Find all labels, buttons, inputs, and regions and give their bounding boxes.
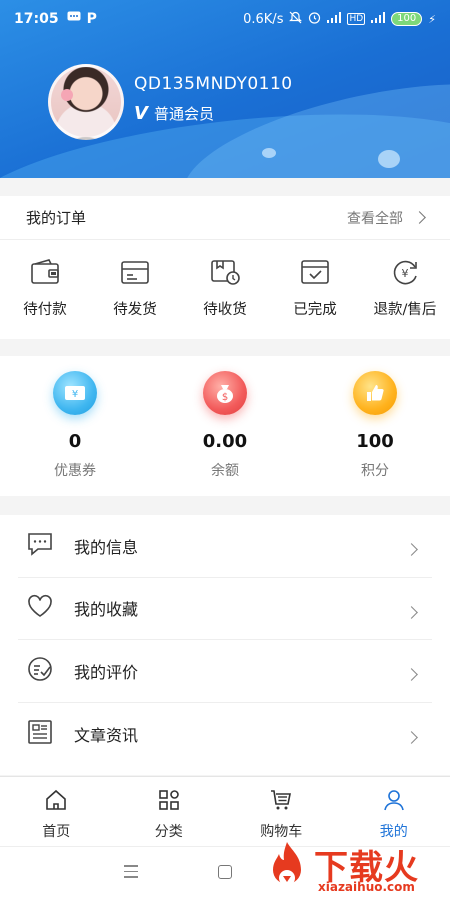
- member-level: V 普通会员: [134, 103, 214, 124]
- signal-4g-icon: [371, 11, 386, 27]
- watermark: 下载火 xiazaihuo.com: [262, 840, 450, 900]
- menu-item-favorites[interactable]: 我的收藏: [18, 578, 432, 640]
- alarm-icon: [308, 11, 321, 28]
- home-button[interactable]: [218, 865, 232, 879]
- order-status-row: 待付款 待发货 待收货 已完成 ¥ 退款/售后: [0, 240, 450, 338]
- parking-app-icon: P: [86, 11, 97, 27]
- coupon-count: 0: [68, 431, 82, 452]
- orders-card: 我的订单 查看全部 待付款 待发货 待收货 已完成 ¥ 退款/售后: [0, 196, 450, 339]
- orders-header: 我的订单 查看全部: [0, 196, 450, 240]
- coupon-label: 优惠券: [54, 463, 96, 479]
- svg-text:¥: ¥: [402, 267, 409, 280]
- balance-amount: 0.00: [202, 431, 248, 452]
- asset-coupons[interactable]: ¥ 0 优惠券: [0, 356, 150, 496]
- thumbs-up-icon: [353, 371, 397, 415]
- balance-label: 余额: [211, 463, 239, 479]
- svg-text:$: $: [222, 392, 228, 403]
- money-bag-icon: $: [203, 371, 247, 415]
- coupon-icon: ¥: [53, 371, 97, 415]
- tab-cart[interactable]: 购物车: [225, 777, 338, 846]
- asset-points[interactable]: 100 积分: [300, 356, 450, 496]
- chevron-right-icon: [413, 211, 426, 224]
- order-status-refund[interactable]: ¥ 退款/售后: [360, 240, 450, 338]
- home-icon: [44, 789, 68, 815]
- asset-balance[interactable]: $ 0.00 余额: [150, 356, 300, 496]
- avatar[interactable]: [48, 64, 124, 140]
- member-level-label: 普通会员: [153, 105, 214, 123]
- menu-list: 我的信息 我的收藏 我的评价 文章资讯: [0, 515, 450, 775]
- heart-icon: [26, 592, 54, 624]
- tab-home[interactable]: 首页: [0, 777, 113, 846]
- points-value: 100: [356, 431, 394, 452]
- menu-item-articles[interactable]: 文章资讯: [18, 703, 432, 766]
- order-status-completed[interactable]: 已完成: [270, 240, 360, 338]
- refund-icon: ¥: [389, 258, 421, 290]
- chevron-right-icon: [405, 543, 418, 557]
- recent-apps-button[interactable]: [124, 865, 138, 882]
- chevron-right-icon: [405, 605, 418, 619]
- wallet-icon: [29, 258, 61, 290]
- category-icon: [157, 789, 181, 815]
- mute-icon: [289, 11, 303, 28]
- watermark-url: xiazaihuo.com: [318, 880, 415, 894]
- user-icon: [382, 789, 406, 815]
- order-status-to-ship[interactable]: 待发货: [90, 240, 180, 338]
- orders-title: 我的订单: [26, 209, 87, 227]
- tab-profile[interactable]: 我的: [338, 777, 450, 846]
- battery-icon: 100: [391, 12, 423, 26]
- menu-item-reviews[interactable]: 我的评价: [18, 640, 432, 703]
- net-speed: 0.6K/s: [243, 11, 284, 27]
- chevron-right-icon: [405, 668, 418, 682]
- status-time: 17:05: [14, 11, 59, 27]
- hd-icon: HD: [347, 13, 366, 25]
- app-root: 17:05 P 0.6K/s HD 100 ⚡ QD135MNDY0110 V …: [0, 0, 450, 900]
- points-label: 积分: [361, 463, 389, 479]
- tab-category[interactable]: 分类: [113, 777, 226, 846]
- cart-icon: [269, 789, 293, 815]
- profile-header: 17:05 P 0.6K/s HD 100 ⚡ QD135MNDY0110 V …: [0, 0, 450, 178]
- flame-logo-icon: [273, 842, 301, 886]
- order-status-pending-payment[interactable]: 待付款: [0, 240, 90, 338]
- username: QD135MNDY0110: [134, 74, 293, 94]
- delivery-icon: [209, 258, 241, 290]
- signal-icon: [327, 11, 342, 27]
- chevron-right-icon: [405, 731, 418, 745]
- charging-icon: ⚡: [428, 12, 436, 26]
- chat-notification-icon: [67, 11, 81, 27]
- vip-badge-icon: V: [134, 103, 148, 124]
- article-icon: [26, 718, 54, 750]
- order-status-to-receive[interactable]: 待收货: [180, 240, 270, 338]
- review-icon: [26, 655, 54, 687]
- menu-item-my-info[interactable]: 我的信息: [18, 515, 432, 578]
- svg-text:¥: ¥: [72, 389, 78, 400]
- status-bar: 17:05 P 0.6K/s HD 100 ⚡: [0, 0, 450, 38]
- message-icon: [26, 530, 54, 562]
- box-icon: [119, 258, 151, 290]
- view-all-orders-link[interactable]: 查看全部: [347, 208, 426, 228]
- completed-icon: [299, 258, 331, 290]
- assets-card: ¥ 0 优惠券 $ 0.00 余额 100 积分: [0, 356, 450, 496]
- bottom-tab-bar: 首页 分类 购物车 我的: [0, 776, 450, 846]
